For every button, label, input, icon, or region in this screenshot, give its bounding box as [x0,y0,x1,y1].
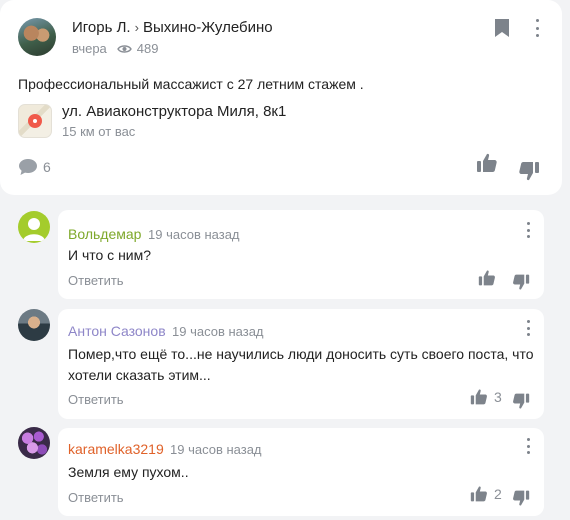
comment-text: И что с ним? [68,247,152,263]
comment-avatar[interactable] [18,427,50,459]
thumbs-up-icon [478,270,495,286]
comment-avatar[interactable] [18,211,50,243]
comment-dislike-button[interactable] [512,392,530,415]
comment-bubble-icon [19,159,37,175]
reply-button[interactable]: Ответить [68,392,124,407]
comment-card: Антон Сазонов 19 часов назад Помер,что е… [58,309,544,419]
comment-like-button[interactable] [478,269,502,287]
thumbs-up-icon [477,153,497,172]
like-button[interactable] [476,152,498,179]
comment-like-button[interactable]: 2 [470,485,502,503]
more-options-icon[interactable] [531,18,543,38]
dislike-button[interactable] [518,160,540,187]
comment-like-count: 3 [494,389,502,405]
post-header: Игорь Л. › Выхино-Жулебино [72,19,273,36]
comments-button[interactable]: 6 [18,158,51,176]
comment-dislike-button[interactable] [512,273,530,296]
comment-like-count: 2 [494,486,502,502]
comment-like-button[interactable]: 3 [470,388,502,406]
post-time: вчера [72,41,107,56]
post-text: Профессиональный массажист с 27 летним с… [18,76,364,92]
separator-chevron: › [134,20,139,35]
distance-text: 15 км от вас [62,124,136,139]
views-count: 489 [136,41,159,56]
map-pin-icon[interactable] [18,104,52,138]
comment-author[interactable]: karamelka3219 [68,441,164,457]
thumbs-down-icon [513,490,530,506]
comment-time: 19 часов назад [148,227,240,242]
comment-author[interactable]: Антон Сазонов [68,323,166,339]
thumbs-up-icon [470,389,487,405]
post-meta: вчера 489 [72,41,159,56]
address-link[interactable]: ул. Авиаконструктора Миля, 8к1 [62,103,286,120]
comment-time: 19 часов назад [170,442,262,457]
eye-icon [116,44,132,54]
bookmark-icon[interactable] [494,18,510,43]
thumbs-down-icon [513,393,530,409]
comment-more-icon[interactable] [524,438,532,454]
comment-card: Вольдемар 19 часов назад И что с ним? От… [58,210,544,299]
comment-text: Помер,что ещё то...не научились люди дон… [68,346,534,383]
comment-dislike-button[interactable] [512,489,530,512]
author-avatar[interactable] [18,18,56,56]
thumbs-up-icon [470,486,487,502]
comments-count: 6 [43,159,51,175]
comment-more-icon[interactable] [524,320,532,336]
comment-author[interactable]: Вольдемар [68,226,141,242]
comment-card: karamelka3219 19 часов назад Земля ему п… [58,428,544,516]
reply-button[interactable]: Ответить [68,273,124,288]
thumbs-down-icon [513,274,530,290]
comment-more-icon[interactable] [524,222,532,238]
comment-avatar[interactable] [18,309,50,341]
comment-text: Земля ему пухом.. [68,464,189,480]
post-card: Игорь Л. › Выхино-Жулебино вчера 489 Профе… [0,0,562,195]
author-name[interactable]: Игорь Л. [72,19,131,36]
location-link[interactable]: Выхино-Жулебино [143,19,273,36]
thumbs-down-icon [519,162,539,181]
comment-time: 19 часов назад [172,324,264,339]
reply-button[interactable]: Ответить [68,490,124,505]
